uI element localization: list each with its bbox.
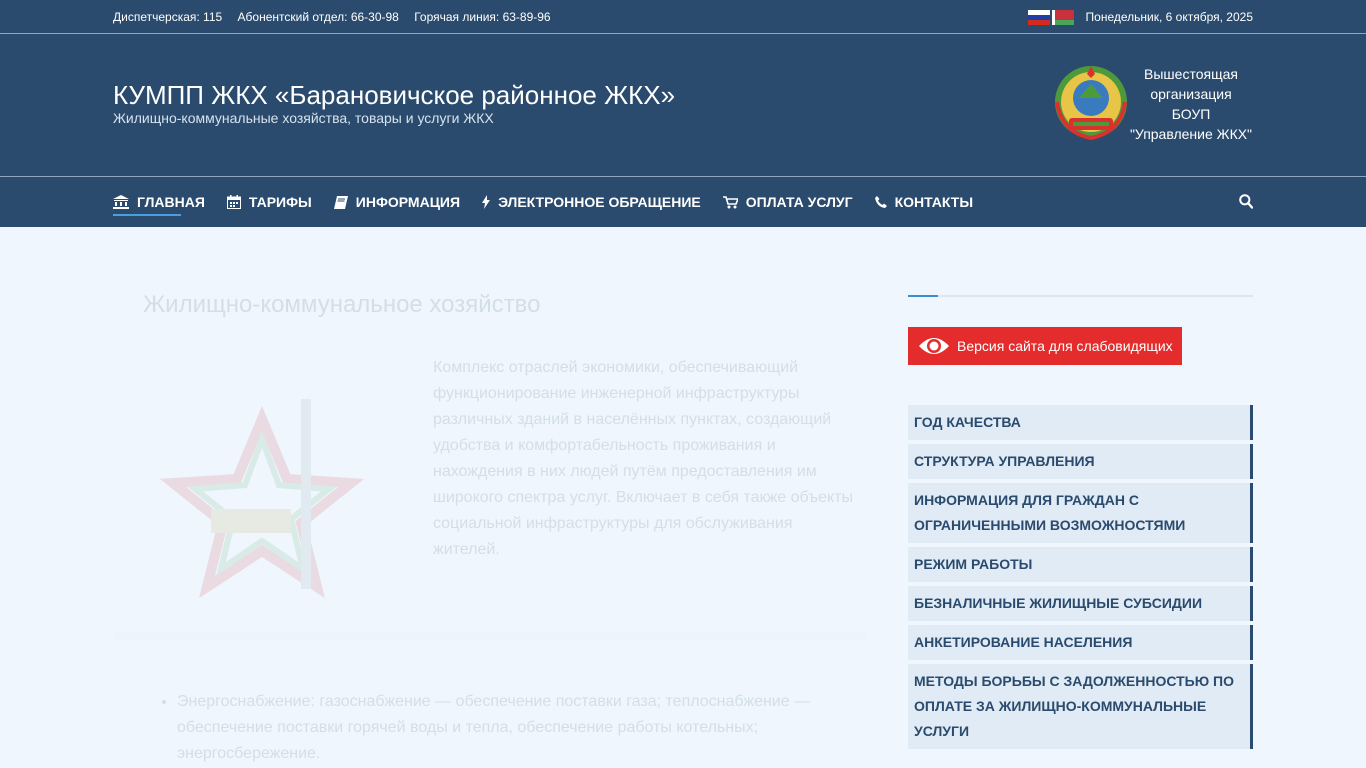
main-content: Жилищно-коммунальное хозяйство Комплекс …: [113, 227, 1253, 767]
sidebar-item-debt-methods[interactable]: МЕТОДЫ БОРЬБЫ С ЗАДОЛЖЕННОСТЬЮ ПО ОПЛАТЕ…: [908, 664, 1253, 749]
belarus-emblem-icon[interactable]: [1051, 62, 1131, 140]
site-header: КУМПП ЖКХ «Барановичское районное ЖКХ» Ж…: [0, 34, 1366, 177]
current-date: Понедельник, 6 октября, 2025: [1085, 10, 1253, 24]
sidebar-item-working-hours[interactable]: РЕЖИМ РАБОТЫ: [908, 547, 1253, 582]
calendar-icon: [226, 195, 241, 209]
nav-item-payment[interactable]: ОПЛАТА УСЛУГ: [722, 177, 853, 227]
cart-icon: [722, 195, 738, 208]
nav-item-home[interactable]: ГЛАВНАЯ: [113, 177, 205, 227]
phone-icon: [874, 196, 887, 208]
subscriber-phone: Абонентский отдел: 66-30-98: [237, 10, 399, 24]
superior-organization[interactable]: Вышестоящая организация БОУП "Управление…: [1129, 64, 1253, 144]
sidebar-item-info-for-disabled[interactable]: ИНФОРМАЦИЯ ДЛЯ ГРАЖДАН С ОГРАНИЧЕННЫМИ В…: [908, 483, 1253, 543]
russian-language-flag-icon[interactable]: [1027, 9, 1050, 25]
bank-icon: [113, 195, 129, 209]
article-title: Жилищно-коммунальное хозяйство: [143, 291, 541, 318]
sidebar-item-housing-subsidies[interactable]: БЕЗНАЛИЧНЫЕ ЖИЛИЩНЫЕ СУБСИДИИ: [908, 586, 1253, 621]
sidebar-item-year-of-quality[interactable]: ГОД КАЧЕСТВА: [908, 405, 1253, 440]
bolt-icon: [482, 195, 491, 209]
sidebar-menu: ГОД КАЧЕСТВА СТРУКТУРА УПРАВЛЕНИЯ ИНФОРМ…: [908, 405, 1253, 753]
eye-icon: [919, 338, 949, 354]
sidebar-item-management-structure[interactable]: СТРУКТУРА УПРАВЛЕНИЯ: [908, 444, 1253, 479]
dispatch-phone: Диспетчерская: 115: [113, 10, 223, 24]
article-text: Комплекс отраслей экономики, обеспечиваю…: [433, 359, 854, 558]
list-item: Энергоснабжение: газоснабжение — обеспеч…: [177, 689, 837, 767]
victory-80-years-star-image: [159, 399, 365, 599]
article-divider: [113, 632, 865, 640]
belarusian-language-flag-icon[interactable]: [1051, 9, 1074, 25]
contact-phones: Диспетчерская: 115 Абонентский отдел: 66…: [113, 10, 563, 24]
nav-item-contacts[interactable]: КОНТАКТЫ: [874, 177, 973, 227]
hotline-phone: Горячая линия: 63-89-96: [414, 10, 551, 24]
nav-item-electronic-appeal[interactable]: ЭЛЕКТРОННОЕ ОБРАЩЕНИЕ: [482, 177, 701, 227]
sidebar-item-survey[interactable]: АНКЕТИРОВАНИЕ НАСЕЛЕНИЯ: [908, 625, 1253, 660]
book-icon: [333, 195, 348, 209]
sidebar-divider: [908, 295, 1253, 297]
nav-item-tariffs[interactable]: ТАРИФЫ: [226, 177, 312, 227]
visually-impaired-version-button[interactable]: Версия сайта для слабовидящих: [908, 327, 1182, 365]
site-title[interactable]: КУМПП ЖКХ «Барановичское районное ЖКХ»: [113, 80, 675, 111]
search-icon[interactable]: [1239, 194, 1253, 209]
main-navigation: ГЛАВНАЯ ТАРИФЫ ИНФОРМАЦИЯ ЭЛЕКТРОННОЕ ОБ…: [0, 177, 1366, 227]
article-list: Энергоснабжение: газоснабжение — обеспеч…: [177, 689, 837, 767]
nav-item-information[interactable]: ИНФОРМАЦИЯ: [333, 177, 460, 227]
site-subtitle: Жилищно-коммунальные хозяйства, товары и…: [113, 110, 494, 126]
top-bar: Диспетчерская: 115 Абонентский отдел: 66…: [0, 0, 1366, 34]
